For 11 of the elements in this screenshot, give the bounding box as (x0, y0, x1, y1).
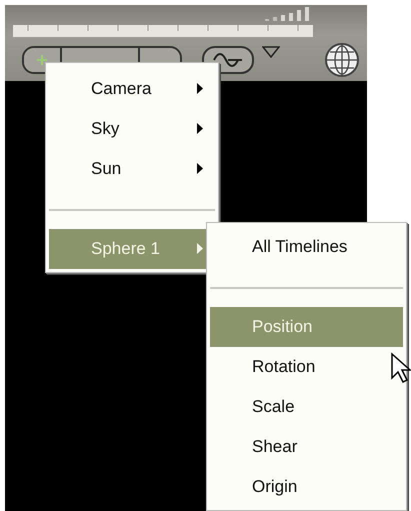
globe-icon[interactable] (324, 42, 360, 78)
timeline-ruler[interactable] (13, 5, 313, 39)
menu-item[interactable]: Sky (49, 109, 215, 149)
menu-item[interactable]: Shear (210, 427, 403, 467)
menu-item[interactable]: Camera (49, 69, 215, 109)
menu-item[interactable]: Scale (210, 387, 403, 427)
plus-icon (36, 54, 48, 66)
menu-item[interactable]: Sun (49, 149, 215, 189)
menu-item[interactable]: Origin (210, 467, 403, 507)
dropdown-triangle-icon[interactable] (262, 46, 280, 58)
wave-icon (212, 52, 244, 68)
